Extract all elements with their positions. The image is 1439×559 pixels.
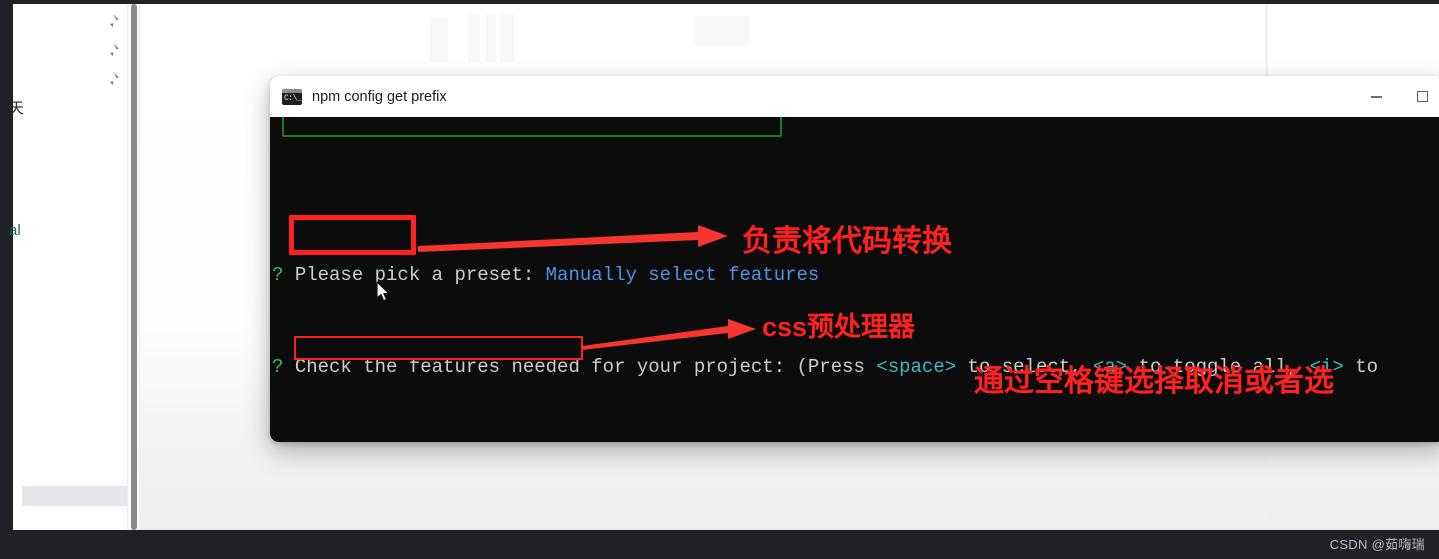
preset-answer: Manually select features [545, 264, 820, 286]
sidebar-text-fragment: 天 [9, 100, 25, 117]
pin-icon[interactable] [103, 41, 121, 59]
maximize-button[interactable] [1399, 76, 1439, 117]
pin-icon[interactable] [103, 12, 121, 30]
annotation-box-babel [289, 215, 416, 255]
minimize-icon [1370, 95, 1382, 98]
terminal-green-outline-box [282, 117, 782, 137]
background-ghost-block [430, 18, 448, 62]
key-space: <space> [876, 356, 957, 378]
sidebar-highlight-block [22, 486, 132, 506]
annotation-arrow-css [582, 319, 756, 350]
mouse-cursor-icon [376, 281, 390, 302]
bottom-chrome-bar: CSDN @茹嗨瑞 [0, 530, 1439, 559]
page-scrollbar-thumb[interactable] [131, 4, 137, 530]
hint-to: to [1343, 356, 1379, 378]
sidebar-panel: 天 al [9, 4, 132, 530]
maximize-icon [1416, 91, 1428, 102]
terminal-title: npm config get prefix [312, 88, 447, 105]
window-controls [1353, 76, 1439, 117]
left-chrome-edge [0, 0, 13, 530]
minimize-button[interactable] [1353, 76, 1399, 117]
annotation-text-space-key: 通过空格键选择取消或者选 [974, 365, 1334, 398]
background-ghost-block [486, 14, 496, 62]
terminal-line-preset: ? Please pick a preset: Manually select … [270, 264, 1439, 287]
prompt-marker: ? [272, 264, 295, 286]
background-ghost-block [695, 16, 749, 46]
screenshot-root: 天 al C:\_ npm config get prefix ? Please… [0, 0, 1439, 559]
terminal-icon: C:\_ [282, 88, 302, 105]
annotation-text-css: css预处理器 [762, 312, 916, 342]
background-ghost-block [500, 14, 514, 62]
preset-question: Please pick a preset: [294, 264, 546, 286]
top-chrome-strip [0, 0, 1439, 4]
csdn-watermark: CSDN @茹嗨瑞 [1329, 537, 1425, 552]
background-ghost-block [468, 14, 480, 62]
terminal-titlebar[interactable]: C:\_ npm config get prefix [270, 76, 1439, 117]
prompt-marker: ? [272, 356, 295, 378]
sidebar-text-fragment: al [9, 222, 21, 239]
annotation-arrow-babel [418, 225, 728, 252]
pin-icon[interactable] [103, 70, 121, 88]
annotation-text-babel: 负责将代码转换 [742, 225, 952, 258]
annotation-box-css-preprocessors [294, 336, 583, 360]
